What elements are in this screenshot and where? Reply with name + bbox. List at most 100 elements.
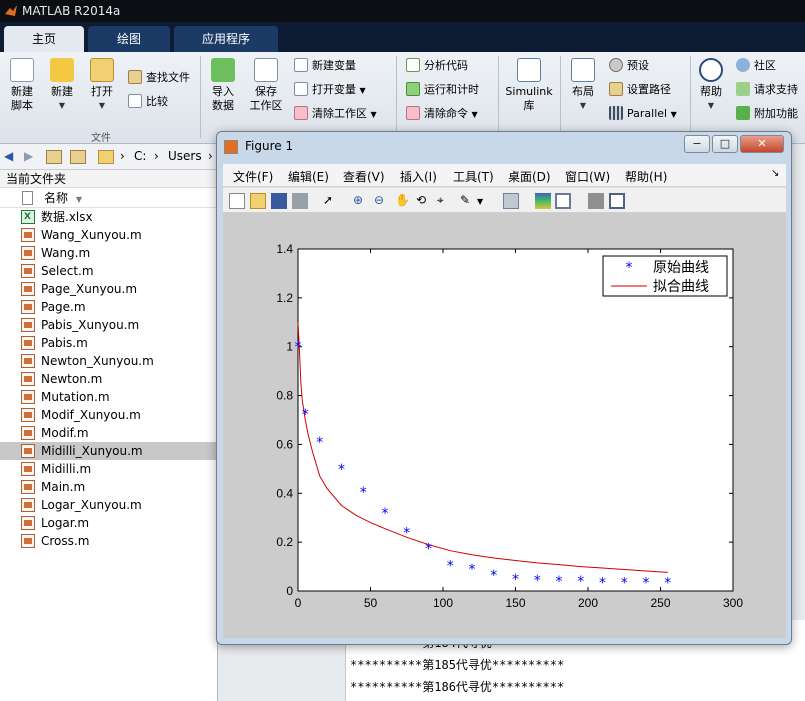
- file-list-item[interactable]: Logar.m: [0, 514, 217, 532]
- menu-insert[interactable]: 插入(I): [400, 168, 437, 185]
- tab-apps[interactable]: 应用程序: [174, 26, 278, 52]
- forward-icon[interactable]: ▶: [24, 149, 33, 163]
- file-list-item[interactable]: Page.m: [0, 298, 217, 316]
- breadcrumb-drive[interactable]: C:: [134, 149, 146, 163]
- menu-edit[interactable]: 编辑(E): [288, 168, 329, 185]
- matlab-file-icon: [21, 264, 35, 278]
- analyze-code-button[interactable]: 分析代码: [406, 57, 468, 75]
- file-list-item[interactable]: Page_Xunyou.m: [0, 280, 217, 298]
- ribbon-divider: [396, 56, 397, 138]
- raw-data-point: *: [664, 575, 671, 591]
- find-files-button[interactable]: 查找文件: [128, 69, 190, 87]
- matlab-file-icon: [21, 516, 35, 530]
- menu-view[interactable]: 查看(V): [343, 168, 385, 185]
- file-list-item[interactable]: Wang_Xunyou.m: [0, 226, 217, 244]
- file-name: Logar.m: [41, 516, 90, 530]
- zoom-in-icon[interactable]: ⊕: [353, 193, 369, 209]
- matlab-file-icon: [21, 372, 35, 386]
- close-button[interactable]: ✕: [740, 135, 784, 153]
- file-name: Page.m: [41, 300, 86, 314]
- file-section-label: 文件: [91, 133, 111, 144]
- menu-dock-arrow-icon[interactable]: ↘: [771, 168, 779, 179]
- file-list-item[interactable]: Newton.m: [0, 370, 217, 388]
- open-file-icon[interactable]: [250, 193, 266, 209]
- file-list-item[interactable]: Midilli_Xunyou.m: [0, 442, 217, 460]
- file-list-item[interactable]: Cross.m: [0, 532, 217, 550]
- clear-workspace-button[interactable]: 清除工作区 ▼: [294, 105, 377, 123]
- file-name: Pabis_Xunyou.m: [41, 318, 140, 332]
- rotate-3d-icon[interactable]: ⟲: [416, 193, 432, 209]
- addons-button[interactable]: 附加功能: [736, 105, 798, 123]
- simulink-library-button[interactable]: Simulink 库: [504, 58, 554, 113]
- pan-hand-icon[interactable]: ✋: [395, 193, 411, 209]
- link-plot-icon[interactable]: [503, 193, 519, 209]
- preferences-button[interactable]: 预设: [609, 57, 649, 75]
- open-variable-button[interactable]: 打开变量 ▼: [294, 81, 366, 99]
- file-name: Midilli.m: [41, 462, 92, 476]
- colorbar-icon[interactable]: [535, 193, 551, 209]
- print-icon[interactable]: [292, 193, 308, 209]
- file-list-item[interactable]: Modif_Xunyou.m: [0, 406, 217, 424]
- file-list-item[interactable]: Newton_Xunyou.m: [0, 352, 217, 370]
- new-variable-label: 新建变量: [312, 59, 356, 72]
- clear-commands-button[interactable]: 清除命令 ▼: [406, 105, 478, 123]
- file-list-item[interactable]: Pabis.m: [0, 334, 217, 352]
- new-button[interactable]: 新建 ▼: [46, 58, 78, 113]
- help-button[interactable]: 帮助 ▼: [696, 58, 726, 113]
- run-and-time-button[interactable]: 运行和计时: [406, 81, 479, 99]
- menu-file[interactable]: 文件(F): [233, 168, 273, 185]
- browse-folder-icon[interactable]: [70, 150, 86, 164]
- back-icon[interactable]: ◀: [4, 149, 13, 163]
- compare-button[interactable]: 比较: [128, 93, 168, 111]
- hide-plot-tools-icon[interactable]: [588, 193, 604, 209]
- menu-desktop[interactable]: 桌面(D): [508, 168, 551, 185]
- community-button[interactable]: 社区: [736, 57, 776, 75]
- file-list-item[interactable]: 数据.xlsx: [0, 208, 217, 226]
- help-label: 帮助: [700, 85, 722, 98]
- new-variable-button[interactable]: 新建变量: [294, 57, 356, 75]
- file-list-item[interactable]: Select.m: [0, 262, 217, 280]
- plot-area[interactable]: 0 50 100 150 200 250 300 0 0.2 0.4 0.6 0.8 1 1.2 1.4 * *…: [223, 213, 786, 638]
- legend-icon[interactable]: [555, 193, 571, 209]
- menu-tools[interactable]: 工具(T): [453, 168, 494, 185]
- new-figure-icon[interactable]: [229, 193, 245, 209]
- set-path-button[interactable]: 设置路径: [609, 81, 671, 99]
- zoom-out-icon[interactable]: ⊖: [374, 193, 390, 209]
- tab-plots[interactable]: 绘图: [88, 26, 170, 52]
- menu-help[interactable]: 帮助(H): [625, 168, 667, 185]
- import-data-button[interactable]: 导入 数据: [206, 58, 240, 113]
- file-list-item[interactable]: Pabis_Xunyou.m: [0, 316, 217, 334]
- save-workspace-icon: [254, 58, 278, 82]
- pointer-icon[interactable]: ➚: [323, 193, 339, 209]
- figure-window[interactable]: Figure 1 − □ ✕ 文件(F) 编辑(E) 查看(V) 插入(I) 工…: [216, 131, 792, 645]
- file-list-item[interactable]: Logar_Xunyou.m: [0, 496, 217, 514]
- new-script-button[interactable]: 新建 脚本: [6, 58, 38, 113]
- raw-data-point: *: [403, 525, 410, 541]
- request-support-button[interactable]: 请求支持: [736, 81, 798, 99]
- tab-home[interactable]: 主页: [4, 26, 84, 52]
- show-plot-tools-icon[interactable]: [609, 193, 625, 209]
- breadcrumb-folder[interactable]: Users: [168, 149, 202, 163]
- menu-window[interactable]: 窗口(W): [565, 168, 610, 185]
- layout-button[interactable]: 布局 ▼: [566, 58, 600, 113]
- file-list-item[interactable]: Midilli.m: [0, 460, 217, 478]
- parallel-button[interactable]: Parallel ▼: [609, 105, 677, 123]
- save-workspace-button[interactable]: 保存 工作区: [246, 58, 286, 113]
- save-icon[interactable]: [271, 193, 287, 209]
- maximize-button[interactable]: □: [712, 135, 738, 153]
- raw-data-point: *: [360, 485, 367, 501]
- panel-title: 当前文件夹: [0, 170, 217, 188]
- file-list-item[interactable]: Modif.m: [0, 424, 217, 442]
- name-column-header[interactable]: 名称 ▼: [0, 188, 217, 208]
- minimize-button[interactable]: −: [684, 135, 710, 153]
- data-cursor-icon[interactable]: ⌖: [437, 193, 453, 209]
- open-button[interactable]: 打开 ▼: [86, 58, 118, 113]
- brush-icon[interactable]: ✎: [460, 193, 476, 209]
- matlab-title-bar: MATLAB R2014a: [0, 0, 805, 22]
- file-list-item[interactable]: Wang.m: [0, 244, 217, 262]
- file-list-item[interactable]: Mutation.m: [0, 388, 217, 406]
- up-folder-icon[interactable]: [46, 150, 62, 164]
- chevron-down-icon[interactable]: ▼: [477, 197, 493, 213]
- figure-icon: [224, 140, 238, 154]
- file-list-item[interactable]: Main.m: [0, 478, 217, 496]
